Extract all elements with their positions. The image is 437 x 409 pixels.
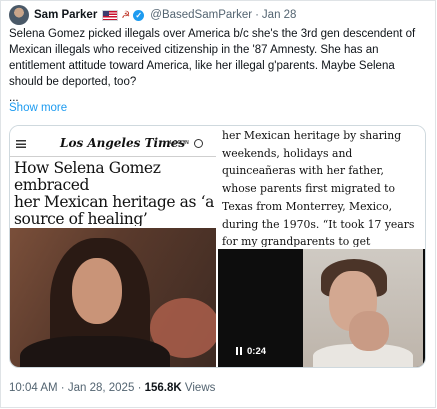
- video-timestamp: 0:24: [247, 345, 267, 357]
- author-name[interactable]: Sam Parker: [34, 9, 97, 21]
- post-time[interactable]: 10:04 AM: [9, 382, 58, 394]
- lat-navbar: Los Angeles Times LOG IN: [10, 136, 216, 154]
- user-icon: [194, 139, 203, 148]
- article-line: during the 1970s. “It took 17 years: [222, 217, 415, 231]
- video-frame: [303, 249, 423, 367]
- tweet-text-line: Selena Gomez picked illegals over Americ…: [9, 28, 416, 40]
- show-more-link[interactable]: Show more: [9, 102, 67, 114]
- author-avatar[interactable]: [9, 5, 29, 25]
- tweet-header: Sam Parker ☭ ✓ @BasedSamParker · Jan 28: [34, 7, 296, 23]
- lat-logo: Los Angeles Times: [60, 136, 186, 150]
- article-line: weekends, holidays and: [222, 146, 353, 160]
- photo-face: [72, 258, 122, 324]
- lat-headline: How Selena Gomez embraced her Mexican he…: [14, 159, 214, 227]
- photo-body: [20, 336, 170, 367]
- article-line: for my grandparents to get: [222, 235, 371, 247]
- tweet-date[interactable]: Jan 28: [262, 9, 297, 21]
- author-handle[interactable]: @BasedSamParker: [150, 9, 252, 21]
- tweet-text-line: entitlement attitude toward America, lik…: [9, 60, 395, 72]
- views-count: 156.8K: [144, 382, 182, 394]
- video-hand: [349, 311, 389, 351]
- verified-check-icon[interactable]: ✓: [133, 9, 145, 21]
- tweet-card: Sam Parker ☭ ✓ @BasedSamParker · Jan 28 …: [0, 0, 436, 408]
- post-date[interactable]: Jan 28, 2025: [68, 382, 135, 394]
- tweet-text-ellipsis: ...: [9, 92, 19, 104]
- article-screenshot-image[interactable]: her Mexican heritage by sharing weekends…: [218, 126, 425, 247]
- us-flag-icon: [102, 9, 119, 21]
- divider: [10, 156, 216, 157]
- article-line: Texas from Monterrey, Mexico,: [222, 199, 393, 213]
- lat-headline-line: How Selena Gomez embraced: [14, 159, 161, 194]
- lat-headline-line: source of healing’: [14, 210, 148, 227]
- tweet-text: Selena Gomez picked illegals over Americ…: [9, 26, 424, 106]
- menu-icon: [16, 140, 26, 148]
- video-player[interactable]: 0:24: [218, 249, 425, 367]
- portrait-photo[interactable]: [10, 228, 216, 367]
- footer-separator: ·: [60, 382, 65, 394]
- hammer-sickle-icon: ☭: [121, 9, 131, 21]
- header-separator: ·: [255, 9, 259, 21]
- video-controls[interactable]: 0:24: [236, 344, 266, 358]
- media-grid: Los Angeles Times LOG IN How Selena Gome…: [9, 125, 426, 368]
- pause-icon[interactable]: [236, 347, 242, 355]
- article-line: her Mexican heritage by sharing: [222, 129, 402, 142]
- lat-login-label: LOG IN: [170, 140, 190, 146]
- tweet-text-line: Mexican illegals who received citizenshi…: [9, 44, 379, 56]
- lat-headline-line: her Mexican heritage as ‘a: [14, 193, 214, 211]
- tweet-text-line: should be deported, too?: [9, 76, 137, 88]
- tweet-footer: 10:04 AM · Jan 28, 2025 · 156.8K Views: [9, 382, 215, 394]
- article-line: whose parents first migrated to: [222, 182, 396, 196]
- article-text: her Mexican heritage by sharing weekends…: [222, 127, 425, 247]
- article-line: quinceañeras with her father,: [222, 164, 384, 178]
- views-label: Views: [184, 382, 216, 394]
- footer-separator: ·: [137, 382, 142, 394]
- lat-screenshot-image[interactable]: Los Angeles Times LOG IN How Selena Gome…: [10, 126, 216, 226]
